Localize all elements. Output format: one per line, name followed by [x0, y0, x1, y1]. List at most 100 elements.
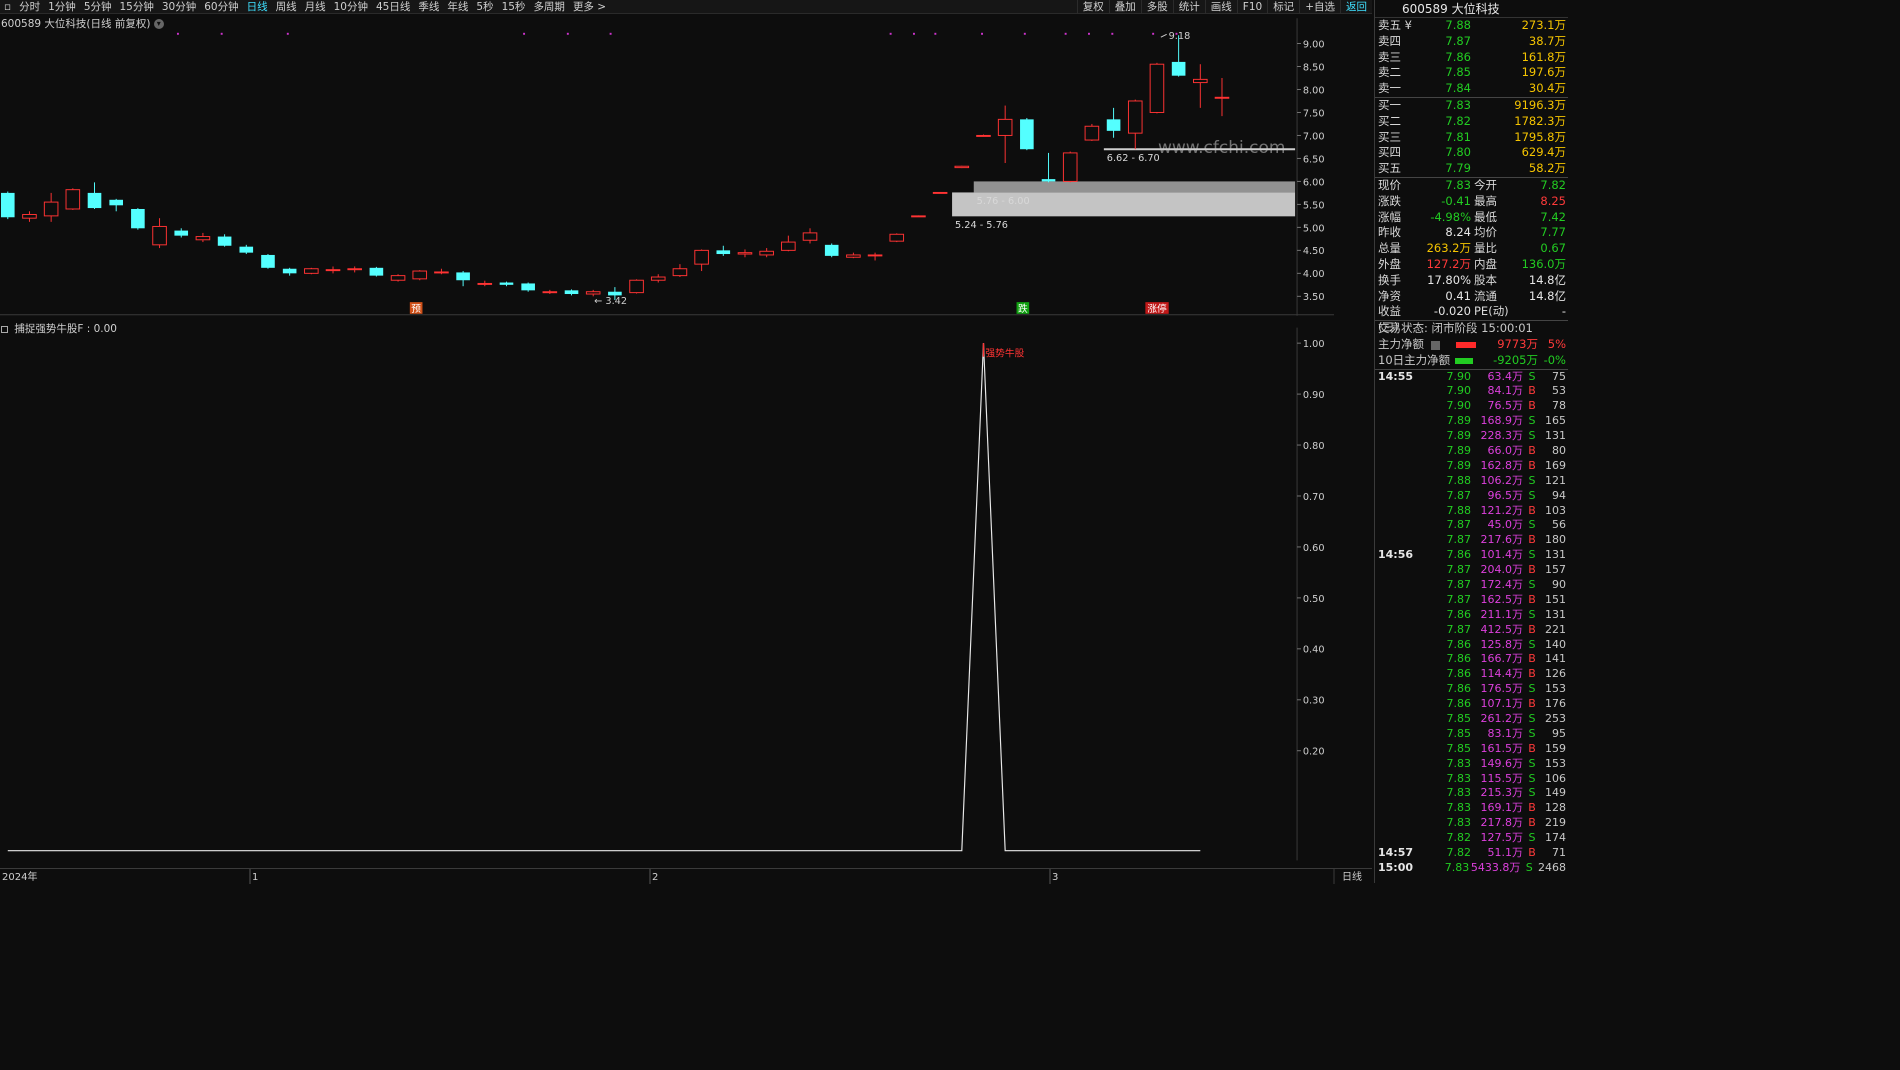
candle — [1193, 64, 1208, 108]
stat-row: 涨跌 -0.41 最高 8.25 — [1375, 194, 1568, 210]
tick-count: 157 — [1545, 563, 1566, 577]
candle — [1149, 62, 1165, 114]
candlestick-chart[interactable]: 9.00 8.50 8.00 7.50 7.00 6.50 6.00 5.50 5.00 4.50… — [0, 14, 1334, 320]
info-icon[interactable] — [1431, 340, 1440, 350]
tick-row: 7.89 66.0万 B 80 — [1375, 444, 1568, 459]
tick-time — [1375, 727, 1431, 742]
period-tabs: 分时 1分钟 5分钟 15分钟 30分钟 60分钟 日线 周线 月线 10分钟 45日线 季线 年线 5秒… — [15, 0, 610, 14]
period-tab[interactable]: 分时 — [15, 0, 44, 14]
ten-day-pct: -0% — [1543, 352, 1566, 367]
toolbar-menu-icon[interactable]: ▫ — [0, 0, 15, 14]
ask-row[interactable]: 卖二 7.85 197.6万 — [1375, 65, 1568, 81]
toolbar-action-button[interactable]: 复权 — [1076, 0, 1109, 14]
period-tab[interactable]: 45日线 — [372, 0, 414, 14]
tick-direction: S — [1528, 637, 1536, 651]
tick-price: 7.89 — [1446, 414, 1472, 428]
period-tab[interactable]: 15分钟 — [116, 0, 158, 14]
toolbar-action-button[interactable]: +自选 — [1299, 0, 1340, 14]
candle-body — [932, 191, 948, 194]
period-tab[interactable]: 多周期 — [529, 0, 569, 14]
candle — [672, 264, 688, 278]
tick-time — [1375, 667, 1431, 682]
tick-row: 7.87 204.0万 B 157 — [1375, 563, 1568, 578]
panel-title: 600589 大位科技 — [1375, 0, 1568, 18]
toolbar-action-button[interactable]: 返回 — [1340, 0, 1372, 14]
period-tab[interactable]: 30分钟 — [158, 0, 200, 14]
period-tab[interactable]: 月线 — [301, 0, 330, 14]
period-tab[interactable]: 季线 — [414, 0, 443, 14]
period-tab[interactable]: 15秒 — [498, 0, 530, 14]
bid-row[interactable]: 买三 7.81 1795.8万 — [1375, 130, 1568, 146]
bid-volume: 1782.3万 — [1514, 113, 1566, 128]
toolbar-action-button[interactable]: 叠加 — [1108, 0, 1141, 14]
stat-value: -4.98% — [1430, 209, 1471, 224]
tick-volume: 115.5万 — [1480, 771, 1524, 785]
candle-body — [824, 244, 839, 256]
period-tab[interactable]: 1分钟 — [44, 0, 80, 14]
bid-row[interactable]: 买四 7.80 629.4万 — [1375, 145, 1568, 161]
candle — [304, 267, 319, 275]
stat-value: 14.8亿 — [1528, 288, 1566, 303]
tick-count: 174 — [1545, 831, 1566, 845]
candle-body — [261, 254, 275, 268]
tick-direction: S — [1528, 786, 1536, 800]
date-axis: 2024年 1 2 3 日线 — [0, 868, 1372, 884]
dropdown-icon[interactable]: ▾ — [153, 19, 164, 29]
tick-count: 219 — [1545, 816, 1566, 830]
period-tab[interactable]: 年线 — [443, 0, 472, 14]
ask-row[interactable]: 卖三 7.86 161.8万 — [1375, 50, 1568, 66]
period-tab[interactable]: 10分钟 — [330, 0, 372, 14]
bid-row[interactable]: 买五 7.79 58.2万 — [1375, 161, 1568, 177]
tick-direction: S — [1528, 429, 1536, 443]
tick-time — [1375, 682, 1431, 697]
toolbar-action-button[interactable]: 画线 — [1204, 0, 1237, 14]
tick-count: 131 — [1545, 607, 1566, 621]
tick-volume: 66.0万 — [1487, 443, 1524, 457]
ask-row[interactable]: 卖一 7.84 30.4万 — [1375, 81, 1568, 97]
period-tab[interactable]: 日线 — [243, 0, 272, 14]
period-tab[interactable]: 更多 > — [569, 0, 610, 14]
candle — [1127, 99, 1143, 150]
tick-price: 7.87 — [1446, 488, 1472, 502]
toolbar-action-button[interactable]: F10 — [1236, 0, 1267, 14]
tick-price: 7.86 — [1446, 667, 1472, 681]
ask-row[interactable]: 卖五 ¥ 7.88 273.1万 — [1375, 18, 1568, 34]
stat-value: -0.020 — [1433, 304, 1471, 319]
tick-price: 7.83 — [1446, 756, 1472, 770]
period-tab[interactable]: 5分钟 — [80, 0, 116, 14]
toolbar-action-button[interactable]: 多股 — [1140, 0, 1173, 14]
stat-value: 7.82 — [1540, 177, 1566, 192]
candle-body — [87, 192, 102, 209]
candle-body — [976, 134, 991, 137]
candle-body — [564, 290, 579, 295]
tick-direction: B — [1528, 384, 1536, 398]
indicator-title[interactable]: 捕捉强势牛股F : 0.00 — [1, 321, 117, 336]
stat-row: 换手 17.80% 股本 14.8亿 — [1375, 273, 1568, 289]
candle-body — [477, 282, 493, 285]
toolbar-action-button[interactable]: 统计 — [1172, 0, 1205, 14]
high-label: 9.18 — [1169, 31, 1191, 42]
period-tab[interactable]: 60分钟 — [200, 0, 242, 14]
candle — [781, 235, 796, 252]
bid-row[interactable]: 买二 7.82 1782.3万 — [1375, 114, 1568, 130]
bid-row[interactable]: 买一 7.83 9196.3万 — [1375, 98, 1568, 114]
tick-direction: B — [1528, 503, 1536, 517]
candle-body — [65, 189, 81, 210]
candle — [954, 165, 970, 169]
ask-label: 卖一 — [1378, 81, 1401, 96]
period-tab[interactable]: 周线 — [272, 0, 301, 14]
price-tick-label: 7.00 — [1303, 131, 1325, 142]
ask-row[interactable]: 卖四 7.87 38.7万 — [1375, 34, 1568, 50]
tick-time — [1375, 399, 1431, 414]
period-tab[interactable]: 5秒 — [472, 0, 497, 14]
tick-direction: B — [1528, 652, 1536, 666]
tick-price: 7.83 — [1446, 786, 1472, 800]
tick-row: 7.89 162.8万 B 169 — [1375, 459, 1568, 474]
indicator-collapse-icon[interactable] — [1, 325, 8, 333]
toolbar-action-button[interactable]: 标记 — [1267, 0, 1299, 14]
tick-row: 7.87 45.0万 S 56 — [1375, 518, 1568, 533]
tick-direction: S — [1528, 771, 1536, 785]
indicator-chart[interactable]: 1.00 0.90 0.80 0.70 0.60 0.50 0.40 0.30 0.20 强势牛股 — [0, 320, 1334, 868]
tick-price: 7.90 — [1446, 399, 1472, 413]
stat-key: 净资 — [1378, 288, 1401, 303]
